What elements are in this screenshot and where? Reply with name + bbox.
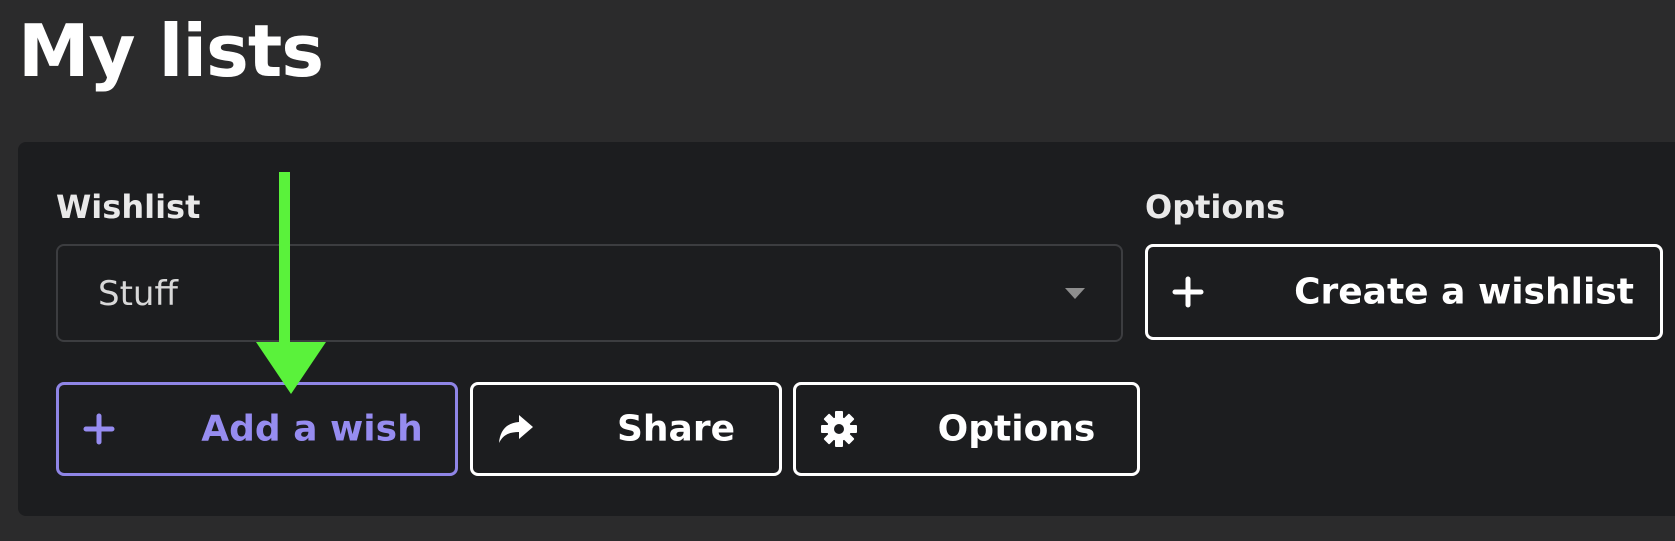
share-icon — [497, 413, 535, 445]
options-button-label: Options — [937, 408, 1096, 450]
options-button[interactable]: Options — [793, 382, 1140, 476]
options-label: Options — [1145, 188, 1286, 226]
arrow-annotation — [256, 172, 330, 398]
wishlist-select[interactable]: Stuff — [56, 244, 1123, 342]
create-wishlist-button[interactable]: Create a wishlist — [1145, 244, 1663, 340]
wishlist-select-value: Stuff — [98, 274, 178, 314]
gear-icon — [820, 410, 858, 448]
create-wishlist-label: Create a wishlist — [1294, 271, 1634, 313]
add-wish-label: Add a wish — [201, 408, 423, 450]
wishlist-label: Wishlist — [56, 188, 201, 226]
page-title: My lists — [18, 9, 324, 93]
share-button[interactable]: Share — [470, 382, 782, 476]
plus-icon — [83, 413, 115, 445]
share-label: Share — [616, 408, 736, 450]
plus-icon — [1172, 276, 1204, 308]
chevron-down-icon — [1065, 288, 1085, 299]
